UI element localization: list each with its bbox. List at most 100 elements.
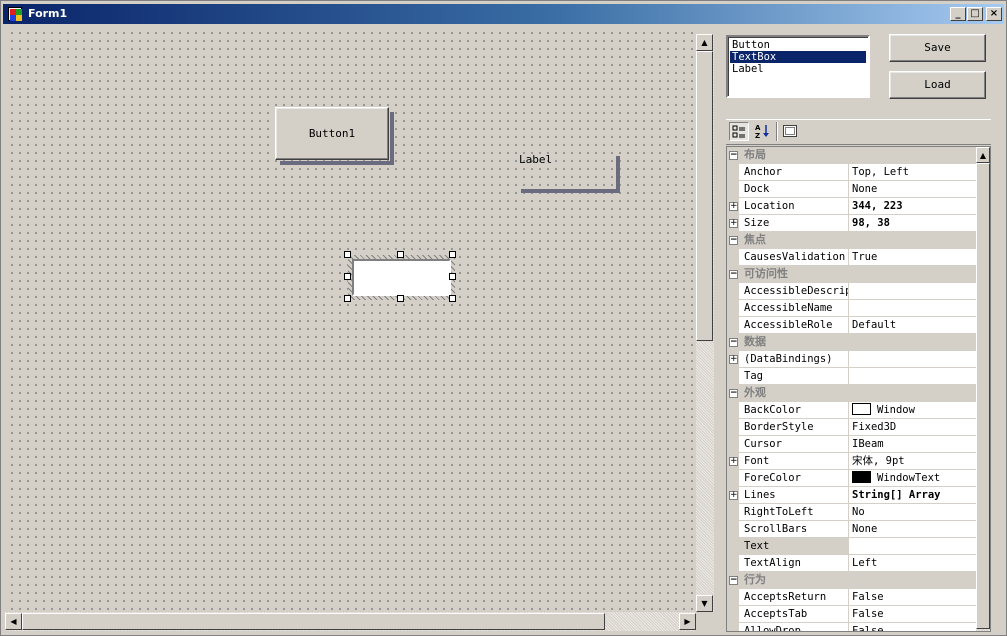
property-value[interactable] xyxy=(849,300,976,317)
property-row[interactable]: Cursor IBeam xyxy=(727,436,976,453)
property-value[interactable]: No xyxy=(849,504,976,521)
property-category[interactable]: − 焦点 xyxy=(727,232,976,249)
categorized-icon[interactable] xyxy=(729,122,749,141)
close-button[interactable]: × xyxy=(986,7,1002,21)
property-category[interactable]: − 可访问性 xyxy=(727,266,976,283)
property-row[interactable]: + Lines String[] Array xyxy=(727,487,976,504)
scroll-up-arrow-icon[interactable]: ▲ xyxy=(696,34,713,51)
resize-handle-e[interactable] xyxy=(449,273,456,280)
expand-icon[interactable]: + xyxy=(729,355,738,364)
resize-handle-sw[interactable] xyxy=(344,295,351,302)
property-row[interactable]: + Font 宋体, 9pt xyxy=(727,453,976,470)
resize-handle-s[interactable] xyxy=(397,295,404,302)
property-row[interactable]: AllowDrop False xyxy=(727,623,976,631)
property-value[interactable]: Left xyxy=(849,555,976,572)
minimize-button[interactable]: _ xyxy=(950,7,966,21)
title-bar[interactable]: Form1 _ □ × xyxy=(3,4,1004,24)
canvas-vertical-scrollbar[interactable]: ▲ ▼ xyxy=(696,34,714,612)
property-row[interactable]: AccessibleName xyxy=(727,300,976,317)
property-value[interactable]: WindowText xyxy=(849,470,976,487)
resize-handle-nw[interactable] xyxy=(344,251,351,258)
property-value[interactable]: Default xyxy=(849,317,976,334)
property-row[interactable]: BackColor Window xyxy=(727,402,976,419)
alphabetical-icon[interactable]: A Z xyxy=(752,122,772,141)
expand-icon[interactable]: + xyxy=(729,491,738,500)
property-value[interactable]: Top, Left xyxy=(849,164,976,181)
control-listbox[interactable]: Button TextBox Label xyxy=(726,35,870,98)
property-row[interactable]: AccessibleDescrip xyxy=(727,283,976,300)
load-button[interactable]: Load xyxy=(889,71,986,99)
property-value[interactable]: String[] Array xyxy=(849,487,976,504)
list-item-button[interactable]: Button xyxy=(730,39,866,51)
property-row[interactable]: AcceptsTab False xyxy=(727,606,976,623)
property-row[interactable]: AcceptsReturn False xyxy=(727,589,976,606)
property-value[interactable]: False xyxy=(849,589,976,606)
resize-handle-w[interactable] xyxy=(344,273,351,280)
property-scroll-thumb[interactable] xyxy=(976,163,990,629)
property-row[interactable]: Dock None xyxy=(727,181,976,198)
expand-icon[interactable]: + xyxy=(729,202,738,211)
property-value[interactable]: None xyxy=(849,181,976,198)
designer-label[interactable]: Label xyxy=(519,150,620,193)
vertical-scroll-thumb[interactable] xyxy=(696,51,713,341)
designer-textbox-selected[interactable] xyxy=(348,255,455,300)
list-item-label[interactable]: Label xyxy=(730,63,866,75)
property-pages-icon[interactable] xyxy=(780,122,800,141)
resize-handle-n[interactable] xyxy=(397,251,404,258)
horizontal-scroll-thumb[interactable] xyxy=(22,613,605,630)
property-category[interactable]: − 布局 xyxy=(727,147,976,164)
designer-textbox[interactable] xyxy=(352,259,451,296)
property-row[interactable]: CausesValidation True xyxy=(727,249,976,266)
property-row[interactable]: + Size 98, 38 xyxy=(727,215,976,232)
property-row[interactable]: Tag xyxy=(727,368,976,385)
property-value[interactable]: 344, 223 xyxy=(849,198,976,215)
collapse-icon[interactable]: − xyxy=(729,576,738,585)
property-value[interactable] xyxy=(849,351,976,368)
property-value[interactable]: True xyxy=(849,249,976,266)
property-row[interactable]: Text xyxy=(727,538,976,555)
scroll-down-arrow-icon[interactable]: ▼ xyxy=(696,595,713,612)
property-row[interactable]: RightToLeft No xyxy=(727,504,976,521)
property-row[interactable]: BorderStyle Fixed3D xyxy=(727,419,976,436)
resize-handle-ne[interactable] xyxy=(449,251,456,258)
property-value[interactable]: IBeam xyxy=(849,436,976,453)
property-row[interactable]: ScrollBars None xyxy=(727,521,976,538)
canvas-horizontal-scrollbar[interactable]: ◀ ▶ xyxy=(5,612,696,631)
property-category[interactable]: − 行为 xyxy=(727,572,976,589)
property-value[interactable]: 98, 38 xyxy=(849,215,976,232)
expand-icon[interactable]: + xyxy=(729,457,738,466)
property-category[interactable]: − 外观 xyxy=(727,385,976,402)
property-grid[interactable]: − 布局 Anchor Top, Left Dock None + Location 344, … xyxy=(726,146,991,632)
collapse-icon[interactable]: − xyxy=(729,151,738,160)
property-scroll-up-arrow-icon[interactable]: ▲ xyxy=(976,147,990,163)
collapse-icon[interactable]: − xyxy=(729,338,738,347)
property-value[interactable]: Fixed3D xyxy=(849,419,976,436)
expand-icon[interactable]: + xyxy=(729,219,738,228)
property-grid-scrollbar[interactable]: ▲ xyxy=(976,147,990,631)
property-row[interactable]: ForeColor WindowText xyxy=(727,470,976,487)
save-button[interactable]: Save xyxy=(889,34,986,62)
list-item-textbox[interactable]: TextBox xyxy=(730,51,866,63)
collapse-icon[interactable]: − xyxy=(729,389,738,398)
property-value[interactable] xyxy=(849,368,976,385)
property-category[interactable]: − 数据 xyxy=(727,334,976,351)
property-row[interactable]: + (DataBindings) xyxy=(727,351,976,368)
designer-button1[interactable]: Button1 xyxy=(275,107,394,165)
scroll-left-arrow-icon[interactable]: ◀ xyxy=(5,613,22,630)
property-value[interactable] xyxy=(849,538,976,555)
collapse-icon[interactable]: − xyxy=(729,270,738,279)
property-value[interactable]: None xyxy=(849,521,976,538)
property-value[interactable]: False xyxy=(849,623,976,631)
property-row[interactable]: + Location 344, 223 xyxy=(727,198,976,215)
property-row[interactable]: Anchor Top, Left xyxy=(727,164,976,181)
scroll-right-arrow-icon[interactable]: ▶ xyxy=(679,613,696,630)
property-row[interactable]: TextAlign Left xyxy=(727,555,976,572)
property-row[interactable]: AccessibleRole Default xyxy=(727,317,976,334)
collapse-icon[interactable]: − xyxy=(729,236,738,245)
maximize-button[interactable]: □ xyxy=(967,7,983,21)
design-surface[interactable]: Button1 Label xyxy=(5,26,695,612)
property-value[interactable]: Window xyxy=(849,402,976,419)
resize-handle-se[interactable] xyxy=(449,295,456,302)
property-value[interactable] xyxy=(849,283,976,300)
property-value[interactable]: 宋体, 9pt xyxy=(849,453,976,470)
